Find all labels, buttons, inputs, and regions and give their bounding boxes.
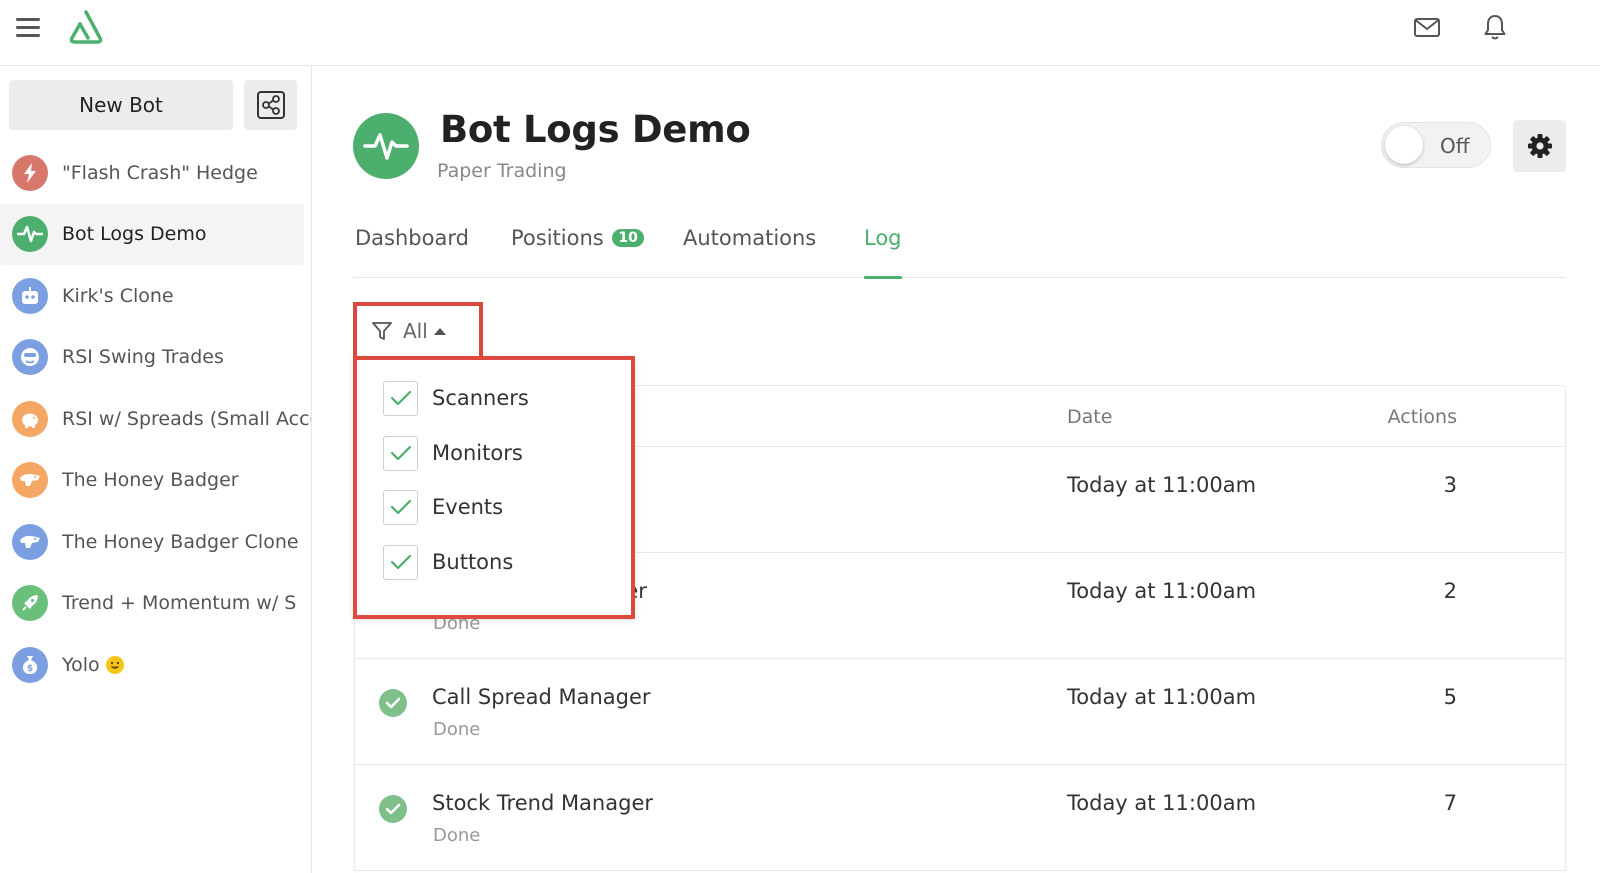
share-button[interactable] [244, 80, 297, 130]
bot-name: Yolo [62, 654, 124, 676]
filter-icon [372, 322, 392, 340]
bot-name: The Honey Badger Clone [62, 530, 299, 553]
table-row[interactable]: Stock Trend Manager Done Today at 11:00a… [355, 765, 1565, 871]
toggle-knob [1385, 126, 1423, 164]
tab-label: Positions [511, 226, 604, 250]
bell-icon[interactable] [1480, 12, 1510, 42]
sidebar-item-rsi-w-spreads[interactable]: RSI w/ Spreads (Small Account) [0, 388, 311, 450]
checkmark-icon [390, 445, 411, 461]
option-label: Scanners [432, 386, 529, 410]
tab-positions[interactable]: Positions 10 [511, 226, 644, 278]
column-header-date: Date [1067, 406, 1113, 428]
row-date: Today at 11:00am [1067, 579, 1257, 603]
bot-pulse-icon [353, 113, 419, 179]
checkmark-icon [390, 390, 411, 406]
page-title: Bot Logs Demo [440, 108, 751, 151]
money-bag-icon: $ [12, 646, 48, 683]
filter-label: All [403, 319, 428, 343]
row-actions-count: 3 [1443, 473, 1457, 497]
bot-name: RSI Swing Trades [62, 346, 224, 369]
face-icon [12, 339, 48, 376]
bot-name: Bot Logs Demo [62, 223, 207, 246]
option-label: Buttons [432, 550, 514, 574]
tab-bar: Dashboard Positions 10 Automations Log [353, 226, 1566, 279]
row-status: Done [433, 719, 481, 740]
pulse-icon [12, 216, 48, 253]
row-actions-count: 7 [1443, 791, 1457, 815]
bot-name: Kirk's Clone [62, 284, 174, 307]
bot-name: RSI w/ Spreads (Small Account) [62, 407, 311, 430]
badger-icon [12, 523, 48, 560]
checkbox[interactable] [383, 489, 418, 525]
share-icon [256, 91, 285, 119]
checkmark-icon [390, 554, 411, 570]
column-header-actions: Actions [1387, 406, 1457, 428]
sidebar-item-flash-crash-hedge[interactable]: "Flash Crash" Hedge [0, 142, 311, 204]
piggy-bank-icon [12, 400, 48, 437]
svg-text:$: $ [27, 664, 33, 674]
filter-option-events[interactable]: Events [383, 487, 503, 527]
bot-name: Trend + Momentum w/ S [62, 592, 297, 615]
bot-name: "Flash Crash" Hedge [62, 161, 258, 184]
checkbox[interactable] [383, 435, 418, 471]
row-date: Today at 11:00am [1067, 685, 1257, 709]
option-label: Monitors [432, 441, 523, 465]
filter-dropdown-menu: Scanners Monitors Events Buttons [353, 356, 635, 619]
positions-count-badge: 10 [612, 229, 644, 247]
bot-name: The Honey Badger [62, 469, 239, 492]
checkbox[interactable] [383, 380, 418, 416]
app-logo[interactable] [66, 8, 106, 46]
sidebar-item-kirks-clone[interactable]: Kirk's Clone [0, 265, 311, 327]
sidebar-item-bot-logs-demo[interactable]: Bot Logs Demo [0, 203, 304, 265]
gear-icon [1527, 134, 1552, 158]
row-date: Today at 11:00am [1067, 473, 1257, 497]
sidebar-item-rsi-swing-trades[interactable]: RSI Swing Trades [0, 327, 311, 389]
sidebar-item-the-honey-badger-clone[interactable]: The Honey Badger Clone [0, 511, 311, 573]
lightning-icon [12, 154, 48, 191]
row-name: Stock Trend Manager [432, 791, 653, 815]
tab-log[interactable]: Log [864, 226, 902, 279]
table-row[interactable]: Call Spread Manager Done Today at 11:00a… [355, 659, 1565, 765]
filter-option-scanners[interactable]: Scanners [383, 378, 529, 418]
tab-dashboard[interactable]: Dashboard [355, 226, 469, 278]
sidebar-item-the-honey-badger[interactable]: The Honey Badger [0, 450, 311, 512]
filter-option-buttons[interactable]: Buttons [383, 542, 513, 582]
row-date: Today at 11:00am [1067, 791, 1257, 815]
robot-icon [12, 277, 48, 314]
check-circle-icon [379, 795, 407, 823]
filter-option-monitors[interactable]: Monitors [383, 433, 523, 473]
settings-button[interactable] [1513, 120, 1566, 172]
checkbox[interactable] [383, 544, 418, 580]
sidebar-item-trend-momentum[interactable]: Trend + Momentum w/ S [0, 573, 311, 635]
mail-icon[interactable] [1412, 12, 1442, 42]
bot-on-off-toggle[interactable]: Off [1381, 122, 1491, 168]
bot-name-text: Yolo [62, 653, 100, 676]
row-name: Call Spread Manager [432, 685, 651, 709]
bot-list: "Flash Crash" Hedge Bot Logs Demo Kirk's… [0, 142, 311, 696]
check-circle-icon [379, 689, 407, 717]
rocket-icon [12, 585, 48, 622]
toggle-label: Off [1440, 134, 1470, 158]
badger-icon [12, 462, 48, 499]
new-bot-button[interactable]: New Bot [9, 80, 233, 130]
sidebar-item-yolo[interactable]: $ Yolo [0, 634, 311, 696]
top-bar [0, 0, 1600, 66]
caret-up-icon [433, 327, 446, 335]
row-status: Done [433, 825, 481, 846]
tab-automations[interactable]: Automations [683, 226, 816, 278]
row-actions-count: 5 [1443, 685, 1457, 709]
sidebar: New Bot "Flash Crash" Hedge Bot Logs Dem… [0, 66, 312, 873]
option-label: Events [432, 495, 504, 519]
smiley-emoji-icon [105, 656, 124, 675]
checkmark-icon [390, 499, 411, 515]
filter-dropdown-button[interactable]: All [353, 302, 483, 360]
hamburger-menu-icon[interactable] [14, 14, 42, 40]
row-actions-count: 2 [1443, 579, 1457, 603]
page-subtitle: Paper Trading [437, 160, 567, 182]
